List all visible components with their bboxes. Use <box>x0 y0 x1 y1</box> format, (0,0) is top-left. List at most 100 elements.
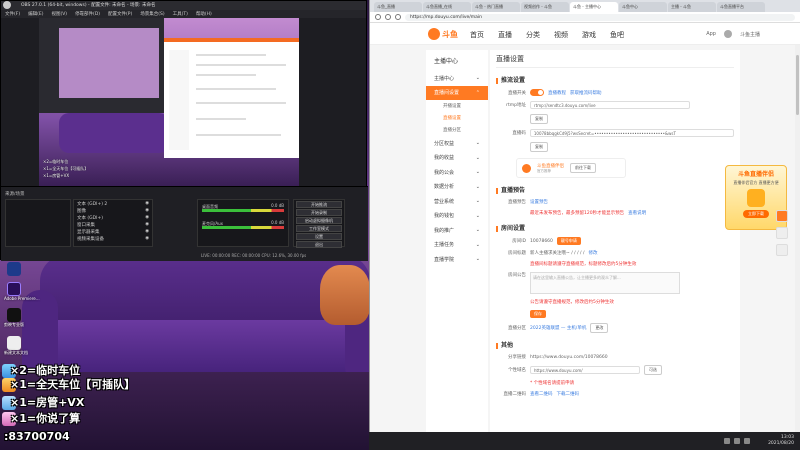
chevron-down-icon: ⌄ <box>475 256 480 263</box>
source-item[interactable]: 文本 (GDI+) ◉ <box>74 214 152 221</box>
source-item[interactable]: 文本 (GDI+) 2 ◉ <box>74 200 152 207</box>
sidebar-sub-item[interactable]: 开播设置 <box>426 100 488 112</box>
sidebar-sub-item-active[interactable]: 直播设置 <box>426 112 488 124</box>
browser-tab[interactable]: 斗鱼中心 <box>619 2 667 12</box>
nav-live[interactable]: 直播 <box>498 30 512 40</box>
sidebar-item[interactable]: 我的钱包 ⌄ <box>426 209 488 224</box>
sources-panel[interactable]: 文本 (GDI+) 2 ◉ 图像 ◉ 文本 (GDI+) ◉ 窗口采集 ◉ 显示器采集 ◉… <box>73 199 153 247</box>
volume-icon[interactable] <box>734 438 740 444</box>
source-item[interactable]: 图像 ◉ <box>74 207 152 214</box>
nav-fishbar[interactable]: 鱼吧 <box>610 30 624 40</box>
download-button[interactable]: 前往下载 <box>570 163 596 173</box>
sidebar-sub-item[interactable]: 直播分区 <box>426 124 488 136</box>
tutorial-link[interactable]: 直播教程 <box>548 90 566 96</box>
obs-menu-item[interactable]: 编辑(E) <box>28 11 43 17</box>
source-item[interactable]: 窗口采集 ◉ <box>74 221 152 228</box>
start-stream-button[interactable]: 开始推流 <box>296 201 342 208</box>
obs-menu-item[interactable]: 文件(F) <box>5 11 20 17</box>
nav-category[interactable]: 分类 <box>526 30 540 40</box>
browser-tab[interactable]: 视频创作 - 斗鱼 <box>521 2 569 12</box>
remind-help-link[interactable]: 查看说明 <box>628 210 646 216</box>
sidebar-item[interactable]: 我的公会 ⌄ <box>426 165 488 180</box>
url-input[interactable]: https://mp.douyu.com/live/main <box>405 13 795 21</box>
back-icon[interactable] <box>375 14 381 20</box>
obs-title-bar[interactable]: OBS 27.0.1 (64-bit, windows) - 配置文件: 未命名… <box>1 1 366 10</box>
share-icon[interactable] <box>776 244 788 256</box>
sidebar-item[interactable]: 数据分析 ⌄ <box>426 180 488 195</box>
view-qr-link[interactable]: 查看二维码 <box>530 391 553 397</box>
apply-id-button[interactable]: 靓号申请 <box>556 237 581 245</box>
scenes-panel[interactable] <box>5 199 71 247</box>
help-link[interactable]: 获取推流码帮助 <box>570 90 602 96</box>
virtual-camera-button[interactable]: 启动虚拟摄像机 <box>296 217 342 224</box>
desktop-icon-jianying[interactable]: 剪映专业版 <box>4 308 24 328</box>
sidebar-item[interactable]: 我的推广 ⌄ <box>426 223 488 238</box>
avatar[interactable] <box>723 30 732 38</box>
browser-tab-active[interactable]: 斗鱼 - 主播中心 <box>570 2 618 12</box>
obs-menu-item[interactable]: 场景集合(S) <box>140 11 164 17</box>
site-logo[interactable]: 斗鱼 <box>428 28 458 40</box>
exit-button[interactable]: 退出 <box>296 241 342 248</box>
sidebar-item-room-settings[interactable]: 直播间设置 ⌃ <box>426 85 488 100</box>
browser-tab[interactable]: 斗鱼直播_在线 <box>423 2 471 12</box>
feedback-icon[interactable] <box>776 227 788 239</box>
refresh-icon[interactable] <box>395 14 401 20</box>
copy-code-button[interactable]: 复制 <box>530 142 548 152</box>
edit-title-link[interactable]: 修改 <box>589 250 598 256</box>
desktop-icon-premiere[interactable]: Adobe Premiere... <box>4 282 40 301</box>
sidebar-item[interactable]: 直播学院 ⌄ <box>426 252 488 267</box>
browser-tab[interactable]: 斗鱼 - 热门直播 <box>472 2 520 12</box>
settings-button[interactable]: 设置 <box>296 233 342 240</box>
ad-download-button[interactable]: 立即下载 <box>743 210 769 218</box>
domain-field[interactable]: https://www.douyu.com/ <box>530 366 640 374</box>
nav-game[interactable]: 游戏 <box>582 30 596 40</box>
sidebar-item-center[interactable]: 主播中心 ⌄ <box>426 71 488 86</box>
obs-companion-promo[interactable]: 斗鱼直播伴侣 官方推荐 前往下载 <box>516 158 626 178</box>
nav-video[interactable]: 视频 <box>554 30 568 40</box>
obs-menu-item[interactable]: 停靠部件(D) <box>75 11 100 17</box>
browser-window[interactable]: 斗鱼_直播 斗鱼直播_在线 斗鱼 - 热门直播 视频创作 - 斗鱼 斗鱼 - 主… <box>369 0 800 432</box>
play-icon[interactable] <box>776 210 788 222</box>
app-link[interactable]: App <box>706 31 716 37</box>
sidebar-item[interactable]: 我的收益 ⌄ <box>426 151 488 166</box>
stream-code-field[interactable]: 10078bbqgkCd9j5?wsSecret=•••••••••••••••… <box>529 129 734 137</box>
obs-preview[interactable]: ×2=临时车位 ×1=全天车位【可插队】 ×1=房管+VX <box>39 18 299 186</box>
scrollbar[interactable] <box>795 45 800 432</box>
obs-window[interactable]: OBS 27.0.1 (64-bit, windows) - 配置文件: 未命名… <box>0 0 368 261</box>
mixer-row[interactable]: 桌面音频 0.0 dB <box>202 203 284 215</box>
sidebar-item[interactable]: 主播任务 ⌄ <box>426 238 488 253</box>
download-qr-link[interactable]: 下载二维码 <box>557 391 580 397</box>
sidebar-item[interactable]: 营业系统 ⌄ <box>426 194 488 209</box>
mixer-row[interactable]: 麦克风/Aux 0.0 dB <box>202 220 284 232</box>
clock[interactable]: 13:03 2021/08/20 <box>768 435 794 447</box>
start-record-button[interactable]: 开始录制 <box>296 209 342 216</box>
desktop-icon[interactable] <box>4 262 24 276</box>
browser-tab[interactable]: 斗鱼直播平台 <box>717 2 765 12</box>
rtmp-field[interactable]: rtmp://sendtc3.douyu.com/live <box>530 101 690 109</box>
input-method-icon[interactable] <box>744 438 750 444</box>
change-category-button[interactable]: 更改 <box>590 323 609 333</box>
domain-select[interactable]: 可选 <box>644 365 662 375</box>
notice-textarea[interactable]: 请在这里输入直播公告，让主播更多的观众了解... <box>530 272 680 294</box>
user-name[interactable]: 斗鱼主播 <box>740 31 760 38</box>
browser-tab[interactable]: 斗鱼_直播 <box>374 2 422 12</box>
studio-mode-button[interactable]: 工作室模式 <box>296 225 342 232</box>
save-notice-button[interactable]: 保存 <box>530 310 546 318</box>
audio-mixer[interactable]: 桌面音频 0.0 dB 麦克风/Aux 0.0 dB <box>197 199 289 247</box>
desktop-icon-textfile[interactable]: 新建文本文档 <box>4 336 28 356</box>
forward-icon[interactable] <box>385 14 391 20</box>
source-item[interactable]: 显示器采集 ◉ <box>74 228 152 235</box>
live-toggle[interactable] <box>530 89 544 96</box>
obs-menu-item[interactable]: 配置文件(P) <box>108 11 132 17</box>
set-remind-link[interactable]: 设置预告 <box>530 199 548 205</box>
scroll-thumb[interactable] <box>796 55 799 115</box>
browser-tab[interactable]: 主播 - 斗鱼 <box>668 2 716 12</box>
obs-menu-item[interactable]: 视图(V) <box>51 11 67 17</box>
obs-menu-item[interactable]: 帮助(H) <box>196 11 212 17</box>
sidebar-item[interactable]: 分区权益 ⌄ <box>426 136 488 151</box>
obs-menu-item[interactable]: 工具(T) <box>173 11 188 17</box>
nav-home[interactable]: 首页 <box>470 30 484 40</box>
network-icon[interactable] <box>724 438 730 444</box>
source-item[interactable]: 视频采集设备 ◉ <box>74 235 152 242</box>
copy-rtmp-button[interactable]: 复制 <box>530 114 548 124</box>
